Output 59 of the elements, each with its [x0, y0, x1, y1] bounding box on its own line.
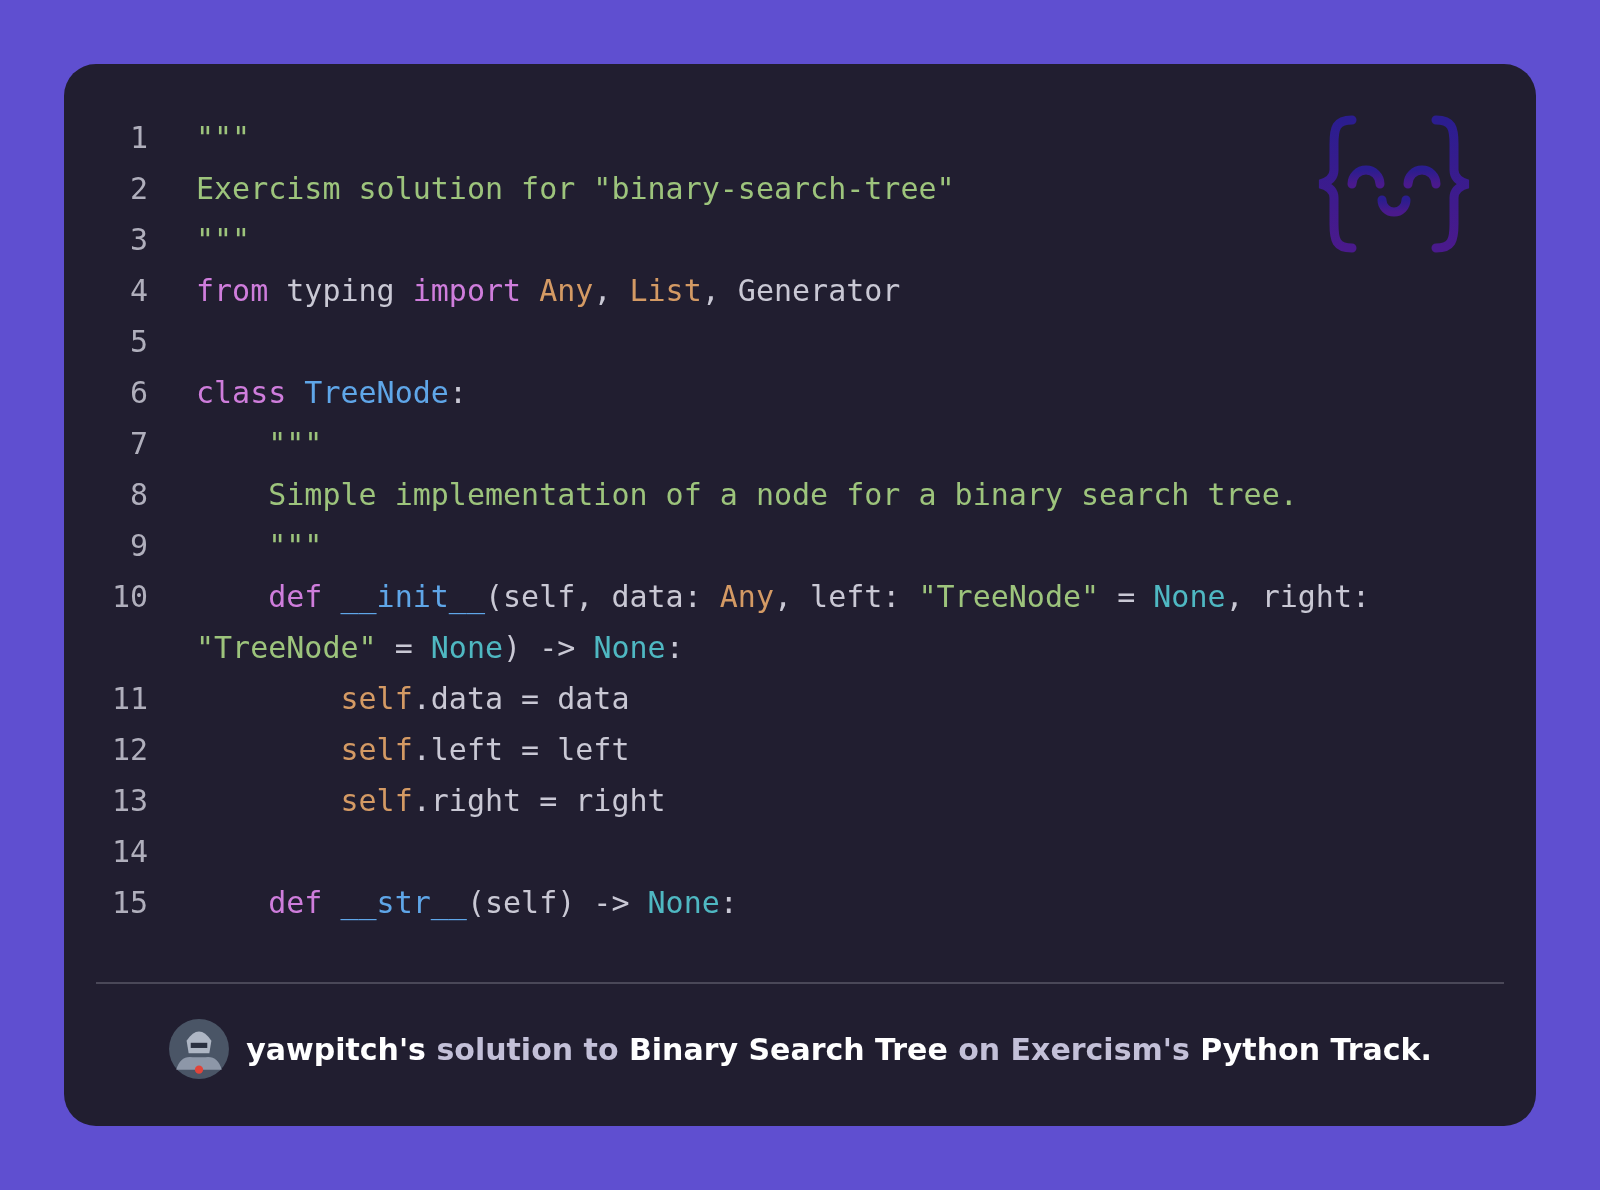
code-token: from — [196, 273, 269, 308]
code-token: Any — [538, 273, 594, 308]
code-token: : — [448, 375, 467, 410]
code-token: : — [719, 885, 738, 920]
code-token: Exercism solution for "binary-search-tree" — [196, 171, 955, 206]
code-token: """ — [196, 120, 251, 155]
line-number: 9 — [128, 528, 148, 563]
line-number: 10 — [110, 579, 148, 614]
line-number: 11 — [110, 681, 148, 716]
code-token: (self, data: — [485, 579, 703, 614]
solution-caption: yawpitch's solution to Binary Search Tree on Exercism's Python Track. — [246, 1031, 1432, 1067]
code-token: typing — [285, 273, 396, 308]
code-token: , Generator — [701, 273, 901, 308]
code-token: .left = left — [412, 732, 630, 767]
robot-avatar-icon — [168, 1018, 231, 1080]
code-token: .right = right — [412, 783, 666, 818]
code-token: __init__ — [339, 579, 485, 614]
code-token: def — [267, 579, 323, 614]
code-token: , right: — [1225, 579, 1371, 614]
code-token: = — [1116, 579, 1137, 614]
code-token: (self) -> — [466, 885, 631, 920]
code-token: ) -> — [503, 630, 577, 665]
line-number: 14 — [110, 834, 148, 869]
code-token: : — [665, 630, 684, 665]
line-number: 2 — [128, 171, 148, 206]
line-number: 6 — [128, 375, 148, 410]
code-token: """ — [267, 528, 323, 563]
code-token: """ — [196, 222, 251, 257]
code-token: "TreeNode" — [918, 579, 1100, 614]
code-token: TreeNode — [303, 375, 449, 410]
code-token: """ — [267, 426, 323, 461]
code-token: self — [339, 732, 413, 767]
line-number: 5 — [128, 324, 148, 359]
code-token: .data = data — [412, 681, 630, 716]
code-token: = — [393, 630, 414, 665]
line-number: 7 — [128, 426, 148, 461]
line-number: 3 — [128, 222, 148, 257]
line-number: 8 — [128, 477, 148, 512]
code-token: self — [339, 783, 413, 818]
line-number: 1 — [128, 120, 148, 155]
code-token: import — [412, 273, 522, 308]
code-token: self — [339, 681, 413, 716]
code-token: Any — [719, 579, 774, 614]
code-token: class — [196, 375, 287, 410]
line-number: 15 — [110, 885, 148, 920]
line-number: 13 — [110, 783, 148, 818]
code-token: def — [267, 885, 323, 920]
code-token: None — [647, 885, 720, 920]
line-number: 4 — [128, 273, 148, 308]
code-token: "TreeNode" — [196, 630, 377, 665]
code-token: __str__ — [339, 885, 467, 920]
code-token: List — [629, 273, 702, 308]
code-token: Simple implementation of a node for a binary search tree. — [267, 477, 1298, 512]
code-token: , left: — [774, 579, 902, 614]
code-token: None — [1153, 579, 1226, 614]
line-number: 12 — [110, 732, 148, 767]
code-token: None — [430, 630, 504, 665]
code-token: , — [593, 273, 613, 308]
code-token: None — [593, 630, 666, 665]
